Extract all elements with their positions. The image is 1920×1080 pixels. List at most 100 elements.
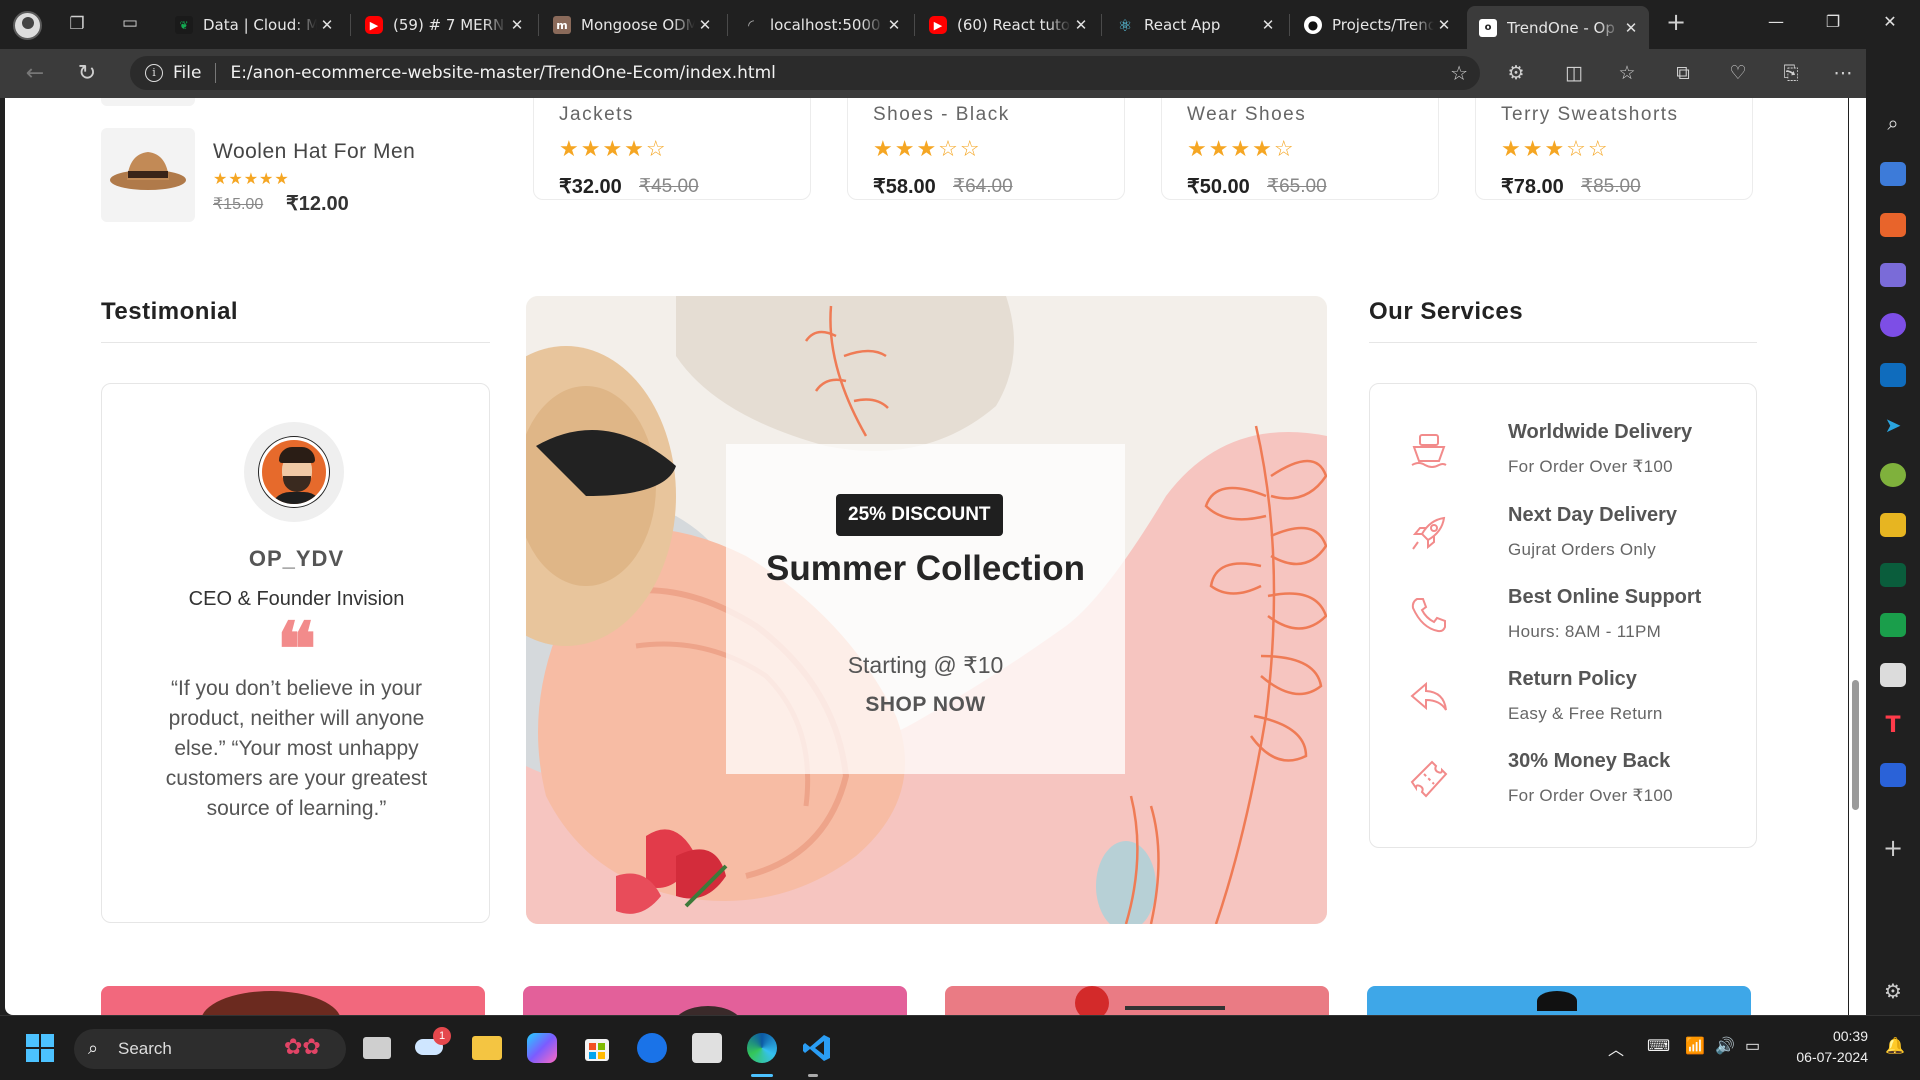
category-card[interactable] (101, 986, 485, 1015)
task-view-icon[interactable] (363, 1037, 391, 1059)
vscode-icon[interactable] (802, 1033, 832, 1063)
product-title[interactable]: Woolen Hat For Men (213, 140, 415, 164)
clock-date[interactable]: 06-07-2024 (1778, 1049, 1868, 1065)
send-icon[interactable]: ➤ (1880, 413, 1906, 437)
tools-briefcase-icon[interactable] (1880, 213, 1906, 237)
clock-time[interactable]: 00:39 (1792, 1028, 1868, 1044)
close-tab-icon[interactable]: ✕ (1258, 16, 1278, 34)
close-window-icon[interactable]: ✕ (1870, 12, 1910, 31)
extensions-icon[interactable]: ⚙ (1503, 62, 1529, 86)
product-card[interactable]: Shoes - Black ★★★☆☆ ₹58.00 ₹64.00 (847, 98, 1125, 200)
close-tab-icon[interactable]: ✕ (695, 16, 715, 34)
settings-gear-icon[interactable]: ⚙ (1880, 979, 1906, 1003)
file-explorer-icon[interactable] (472, 1036, 502, 1060)
tab-actions-icon[interactable]: ▭ (119, 13, 141, 33)
product-card[interactable]: Wear Shoes ★★★★☆ ₹50.00 ₹65.00 (1161, 98, 1439, 200)
outlook-icon[interactable] (1880, 363, 1906, 387)
refresh-icon[interactable]: ↻ (72, 61, 102, 86)
close-tab-icon[interactable]: ✕ (507, 16, 527, 34)
minimize-icon[interactable]: — (1756, 12, 1796, 31)
tab-react-app[interactable]: ⚛ React App ✕ (1104, 7, 1286, 43)
battery-icon[interactable]: ▭ (1745, 1036, 1760, 1056)
extension-pattern-icon[interactable] (1880, 663, 1906, 687)
app-gallery-icon[interactable] (692, 1033, 722, 1063)
back-arrow-icon[interactable]: ← (20, 61, 50, 86)
shopping-tag-icon[interactable] (1880, 162, 1906, 186)
taskbar-search[interactable]: ⌕ Search ✿✿ (74, 1029, 346, 1069)
favorites-icon[interactable]: ☆ (1614, 62, 1640, 86)
url-text[interactable]: E:/anon-ecommerce-website-master/TrendOn… (230, 63, 775, 83)
close-tab-icon[interactable]: ✕ (317, 16, 337, 34)
tab-github[interactable]: ● Projects/TrendOne ✕ (1292, 7, 1462, 43)
notion-icon[interactable] (1880, 613, 1906, 637)
new-tab-icon[interactable]: + (1665, 10, 1687, 34)
service-item[interactable]: 30% Money Back For Order Over ₹100 (1408, 750, 1738, 820)
windows-start-icon[interactable] (25, 1033, 55, 1063)
tab-mongoose[interactable]: m Mongoose ODM ✕ (541, 7, 723, 43)
image-icon[interactable] (1880, 513, 1906, 537)
product-card[interactable]: Terry Sweatshorts ★★★☆☆ ₹78.00 ₹85.00 (1475, 98, 1753, 200)
service-item[interactable]: Next Day Delivery Gujrat Orders Only (1408, 504, 1738, 574)
games-icon[interactable] (1880, 263, 1906, 287)
split-screen-icon[interactable]: ◫ (1561, 62, 1587, 86)
copilot-app-icon[interactable] (527, 1033, 557, 1063)
product-title[interactable]: Wear Shoes (1187, 104, 1306, 126)
collections-icon[interactable]: ⧉ (1670, 62, 1696, 86)
keyboard-icon[interactable]: ⌨ (1647, 1036, 1670, 1056)
tool-t-icon[interactable]: T (1880, 713, 1906, 738)
close-tab-icon[interactable]: ✕ (1071, 16, 1091, 34)
service-item[interactable]: Worldwide Delivery For Order Over ₹100 (1408, 421, 1738, 491)
edge-browser-icon[interactable] (747, 1033, 777, 1063)
tab-youtube-mern[interactable]: ▶ (59) # 7 MERN Pr ✕ (353, 7, 535, 43)
new-price: ₹12.00 (286, 193, 349, 215)
service-item[interactable]: Return Policy Easy & Free Return (1408, 668, 1738, 738)
favorite-star-icon[interactable]: ☆ (1450, 61, 1468, 85)
category-card[interactable] (945, 986, 1329, 1015)
product-title[interactable]: Terry Sweatshorts (1501, 104, 1679, 126)
tray-chevron-icon[interactable]: ︿ (1608, 1036, 1624, 1060)
product-card[interactable]: Jackets ★★★★☆ ₹32.00 ₹45.00 (533, 98, 811, 200)
app-circle-icon[interactable] (637, 1033, 667, 1063)
tree-icon[interactable] (1880, 463, 1906, 487)
more-menu-icon[interactable]: ⋯ (1830, 62, 1856, 86)
summer-collection-banner[interactable]: 25% DISCOUNT Summer Collection Starting … (526, 296, 1327, 924)
product-image-hat[interactable] (101, 128, 195, 222)
restore-icon[interactable]: ❐ (1813, 12, 1853, 31)
profile-avatar-icon[interactable] (13, 11, 42, 40)
form-icon[interactable] (1880, 763, 1906, 787)
shop-now-button[interactable]: SHOP NOW (726, 693, 1125, 717)
tab-trendone-active[interactable]: o TrendOne - Op ✕ (1467, 6, 1649, 49)
product-title[interactable]: Shoes - Black (873, 104, 1010, 126)
close-tab-icon[interactable]: ✕ (1621, 19, 1641, 37)
service-title: Worldwide Delivery (1508, 421, 1693, 443)
add-sidebar-icon[interactable]: + (1880, 834, 1906, 862)
address-bar[interactable]: i File E:/anon-ecommerce-website-master/… (130, 56, 1480, 90)
old-price: ₹45.00 (639, 176, 699, 197)
copilot-sync-icon[interactable]: ⎘ (1778, 62, 1804, 86)
rating-stars: ★★★☆☆ (873, 137, 982, 162)
workspaces-icon[interactable]: ❐ (66, 14, 88, 34)
category-card[interactable] (1367, 986, 1751, 1015)
weather-widget[interactable]: 1 (415, 1027, 451, 1063)
close-tab-icon[interactable]: ✕ (1434, 16, 1454, 34)
tab-youtube-react[interactable]: ▶ (60) React tutor ✕ (917, 7, 1099, 43)
close-tab-icon[interactable]: ✕ (884, 16, 904, 34)
service-item[interactable]: Best Online Support Hours: 8AM - 11PM (1408, 586, 1738, 656)
tab-mongodb[interactable]: ❦ Data | Cloud: Mongo ✕ (163, 7, 345, 43)
category-card[interactable] (523, 986, 907, 1015)
tab-localhost[interactable]: ◜ localhost:5000 ✕ (730, 7, 912, 43)
scrollbar-track[interactable] (1849, 98, 1866, 1015)
info-icon[interactable]: i (145, 64, 163, 82)
mini-product-woolen-hat[interactable]: Woolen Hat For Men ★★★★★ ₹15.00 ₹12.00 (101, 128, 481, 223)
product-title[interactable]: Jackets (559, 104, 634, 126)
scrollbar-thumb[interactable] (1852, 680, 1859, 810)
volume-icon[interactable]: 🔊 (1715, 1036, 1735, 1056)
notification-bell-icon[interactable]: 🔔 (1885, 1036, 1905, 1056)
microsoft-store-icon[interactable] (582, 1033, 612, 1063)
search-icon[interactable]: ⌕ (1880, 111, 1906, 135)
wifi-icon[interactable]: 📶 (1685, 1036, 1705, 1056)
media-play-icon[interactable] (1880, 563, 1906, 587)
browser-essentials-icon[interactable]: ♡ (1725, 62, 1751, 86)
previous-product-thumb[interactable] (101, 98, 195, 106)
copilot-sidebar-icon[interactable] (1880, 313, 1906, 337)
